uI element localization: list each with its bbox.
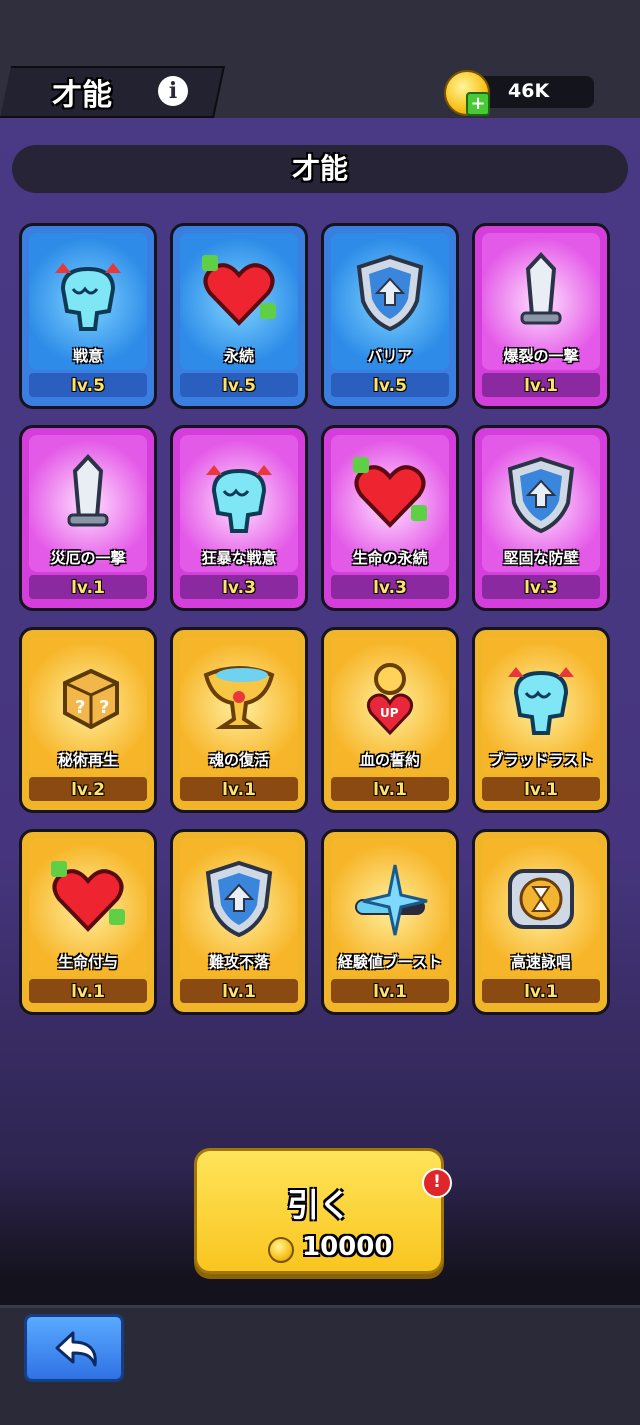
talent-level: lv.1 xyxy=(71,578,105,598)
fist-icon xyxy=(22,236,154,348)
blade-icon xyxy=(22,438,154,550)
talent-card[interactable]: 難攻不落 lv.1 xyxy=(170,829,308,1015)
talent-card[interactable]: 狂暴な戦意 lv.3 xyxy=(170,425,308,611)
fist-icon xyxy=(475,640,607,752)
fist-icon xyxy=(173,438,305,550)
talent-level: lv.3 xyxy=(222,578,256,598)
talent-name: 戦意 xyxy=(72,347,103,365)
shield-icon xyxy=(324,236,456,348)
talent-level: lv.1 xyxy=(222,982,256,1002)
heart-icon xyxy=(22,842,154,954)
talent-level: lv.5 xyxy=(222,376,256,396)
talent-level: lv.1 xyxy=(222,780,256,800)
talent-name: 永続 xyxy=(223,347,254,365)
talent-level: lv.2 xyxy=(71,780,105,800)
talent-card[interactable]: UP 血の誓約 lv.1 xyxy=(321,627,459,813)
talent-card[interactable]: ?? 秘術再生 lv.2 xyxy=(19,627,157,813)
talent-level: lv.3 xyxy=(373,578,407,598)
cost-coin-icon xyxy=(268,1237,294,1263)
talent-card[interactable]: 災厄の一撃 lv.1 xyxy=(19,425,157,611)
talent-card[interactable]: 経験値ブースト lv.1 xyxy=(321,829,459,1015)
talent-level: lv.5 xyxy=(373,376,407,396)
heart-icon xyxy=(173,236,305,348)
talent-name: バリア xyxy=(367,347,413,365)
blade-icon xyxy=(475,236,607,348)
draw-button-label: 引く xyxy=(286,1186,351,1224)
talent-name: 血の誓約 xyxy=(359,751,420,769)
talent-name: 高速詠唱 xyxy=(510,953,571,971)
back-arrow-icon xyxy=(55,1331,97,1367)
talent-level: lv.1 xyxy=(373,780,407,800)
back-button[interactable] xyxy=(24,1314,124,1382)
talent-level: lv.1 xyxy=(524,780,558,800)
svg-text:?: ? xyxy=(75,697,85,718)
talent-card[interactable]: バリア lv.5 xyxy=(321,223,459,409)
svg-text:UP: UP xyxy=(380,706,399,720)
talent-name: 生命の永続 xyxy=(352,549,428,567)
talent-name: 狂暴な戦意 xyxy=(201,549,277,567)
talent-card[interactable]: 高速詠唱 lv.1 xyxy=(472,829,610,1015)
talent-name: 堅固な防壁 xyxy=(503,549,579,567)
info-icon[interactable]: i xyxy=(158,76,188,106)
talent-name: 爆裂の一撃 xyxy=(503,347,579,365)
talent-card[interactable]: 爆裂の一撃 lv.1 xyxy=(472,223,610,409)
talent-name: 難攻不落 xyxy=(208,953,269,971)
add-coins-icon[interactable]: + xyxy=(466,92,490,116)
page-title: 才能 xyxy=(52,78,112,113)
talent-level: lv.5 xyxy=(71,376,105,396)
talent-name: 経験値ブースト xyxy=(337,953,443,971)
title-tab xyxy=(0,66,226,118)
section-title: 才能 xyxy=(291,152,348,185)
heart-icon xyxy=(324,438,456,550)
talent-card[interactable]: 生命の永続 lv.3 xyxy=(321,425,459,611)
hourglass-icon xyxy=(475,842,607,954)
talent-level: lv.1 xyxy=(524,376,558,396)
coin-count: 46K xyxy=(508,80,550,102)
alert-badge: ! xyxy=(422,1168,452,1198)
talent-name: 秘術再生 xyxy=(57,751,118,769)
talent-name: 災厄の一撃 xyxy=(50,549,126,567)
heart-up-icon: UP xyxy=(324,640,456,752)
talent-level: lv.1 xyxy=(373,982,407,1002)
talent-card[interactable]: 生命付与 lv.1 xyxy=(19,829,157,1015)
talent-name: 魂の復活 xyxy=(208,751,269,769)
talent-card[interactable]: 魂の復活 lv.1 xyxy=(170,627,308,813)
talent-level: lv.1 xyxy=(524,982,558,1002)
talent-level: lv.1 xyxy=(71,982,105,1002)
shield-icon xyxy=(173,842,305,954)
talent-card[interactable]: 永続 lv.5 xyxy=(170,223,308,409)
talent-card[interactable]: 堅固な防壁 lv.3 xyxy=(472,425,610,611)
dice-icon: ?? xyxy=(22,640,154,752)
talent-card[interactable]: 戦意 lv.5 xyxy=(19,223,157,409)
talent-card[interactable]: ブラッドラスト lv.1 xyxy=(472,627,610,813)
shield-icon xyxy=(475,438,607,550)
draw-cost: 10000 xyxy=(302,1232,393,1262)
svg-text:?: ? xyxy=(99,697,109,718)
talent-name: 生命付与 xyxy=(57,953,118,971)
talent-level: lv.3 xyxy=(524,578,558,598)
chalice-icon xyxy=(173,640,305,752)
sparkle-icon xyxy=(324,842,456,954)
talent-name: ブラッドラスト xyxy=(488,751,594,769)
